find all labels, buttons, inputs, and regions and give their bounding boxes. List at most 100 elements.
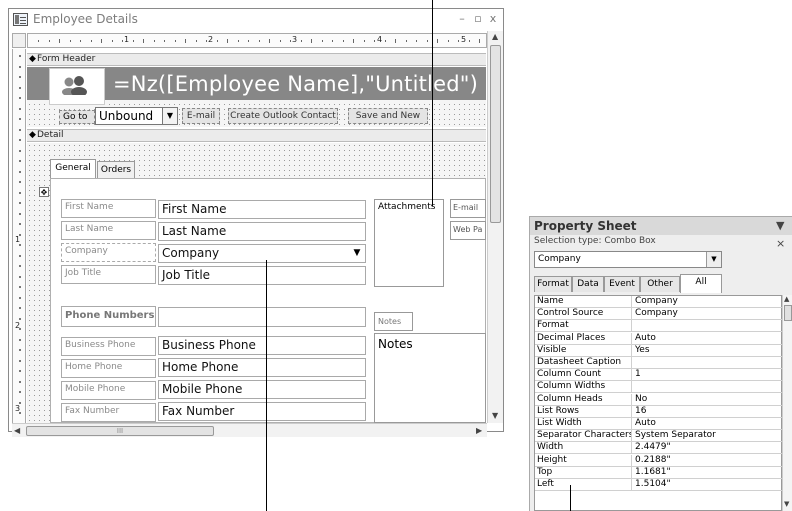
webpage-label[interactable]: Web Pa (450, 221, 486, 240)
home-phone-textbox[interactable]: Home Phone (158, 358, 366, 377)
employee-logo[interactable] (49, 68, 105, 105)
property-value[interactable]: Company (635, 308, 678, 319)
first-name-label[interactable]: First Name (61, 199, 156, 218)
minimize-button[interactable]: – (455, 11, 469, 27)
vertical-ruler[interactable]: 1 2 3 (12, 49, 26, 425)
mobile-phone-textbox[interactable]: Mobile Phone (158, 380, 366, 399)
goto-dropdown-icon[interactable]: ▼ (162, 107, 178, 125)
property-value[interactable]: 1.1681" (635, 467, 671, 478)
company-dropdown-icon[interactable]: ▼ (349, 245, 365, 262)
last-name-label[interactable]: Last Name (61, 221, 156, 240)
fax-number-label[interactable]: Fax Number (61, 403, 156, 422)
create-outlook-contact-button[interactable]: Create Outlook Contact (228, 108, 338, 124)
property-value[interactable]: 2.4479" (635, 442, 671, 453)
vertical-scrollbar[interactable]: ▲ ▼ (487, 31, 503, 423)
home-phone-label[interactable]: Home Phone (61, 359, 156, 378)
restore-button[interactable]: ▫ (471, 11, 485, 27)
company-label[interactable]: Company (61, 243, 156, 262)
business-phone-textbox[interactable]: Business Phone (158, 336, 366, 355)
goto-label[interactable]: Go to (59, 110, 95, 124)
phone-numbers-heading[interactable]: Phone Numbers (61, 306, 156, 327)
property-row[interactable]: Column Widths (535, 381, 783, 394)
property-row[interactable]: Visible Yes (535, 344, 783, 357)
property-value[interactable]: No (635, 394, 647, 405)
property-row[interactable]: Top 1.1681" (535, 466, 783, 479)
ruler-tick (111, 40, 113, 42)
property-row[interactable]: Name Company (535, 296, 783, 308)
scroll-up-icon[interactable]: ▲ (492, 32, 498, 41)
tab-all[interactable]: All (680, 274, 722, 293)
ruler-tick (342, 40, 344, 42)
property-row[interactable]: Decimal Places Auto (535, 332, 783, 345)
company-combo[interactable]: Company (158, 244, 366, 263)
close-button[interactable]: x (486, 11, 500, 27)
ruler-tick (363, 40, 365, 42)
phone-heading-line[interactable] (158, 307, 366, 327)
fax-number-textbox[interactable]: Fax Number (158, 402, 366, 421)
scroll-up-icon[interactable]: ▲ (784, 295, 789, 303)
property-row[interactable]: Column Count 1 (535, 369, 783, 382)
property-value[interactable]: Yes (635, 345, 650, 356)
property-row[interactable]: Format (535, 320, 783, 333)
email-label[interactable]: E-mail (450, 199, 486, 218)
property-row[interactable]: Height 0.2188" (535, 454, 783, 467)
property-value[interactable]: System Separator (635, 430, 716, 441)
selection-type: Selection type: Combo Box (534, 236, 656, 246)
property-row[interactable]: Column Heads No (535, 393, 783, 406)
tab-other[interactable]: Other (640, 276, 680, 292)
layout-move-handle-icon[interactable]: ✥ (39, 187, 49, 197)
tab-event[interactable]: Event (604, 276, 640, 292)
property-value[interactable]: 1 (635, 369, 641, 380)
horizontal-scroll-thumb[interactable]: III (26, 426, 214, 436)
scroll-down-icon[interactable]: ▼ (784, 500, 789, 508)
property-value[interactable]: 0.2188" (635, 455, 671, 466)
notes-label[interactable]: Notes (374, 312, 413, 331)
mobile-phone-label[interactable]: Mobile Phone (61, 381, 156, 400)
property-row[interactable]: List Rows 16 (535, 405, 783, 418)
property-value[interactable]: 16 (635, 406, 646, 417)
tab-format[interactable]: Format (534, 276, 572, 292)
property-row[interactable]: Datasheet Caption (535, 357, 783, 369)
property-value[interactable]: 1.5104" (635, 479, 671, 490)
first-name-textbox[interactable]: First Name (158, 200, 366, 219)
email-button[interactable]: E-mail (182, 108, 220, 124)
property-scroll-thumb[interactable] (784, 305, 792, 321)
goto-combo[interactable]: Unbound (95, 107, 163, 125)
property-row[interactable]: Separator Characters System Separator (535, 430, 783, 443)
tab-general[interactable]: General (50, 159, 96, 178)
pane-menu-icon[interactable]: ▼ × (776, 217, 792, 253)
title-bar[interactable]: Employee Details – ▫ x (9, 9, 503, 31)
form-selector[interactable] (12, 33, 26, 48)
job-title-label[interactable]: Job Title (61, 265, 156, 284)
property-value[interactable]: Auto (635, 418, 656, 429)
scroll-down-icon[interactable]: ▼ (492, 411, 498, 420)
ruler-tick (300, 40, 302, 42)
business-phone-label[interactable]: Business Phone (61, 337, 156, 356)
save-and-new-button[interactable]: Save and New (348, 108, 428, 124)
object-selector[interactable]: Company (534, 251, 722, 268)
property-sheet-title[interactable]: Property Sheet (530, 217, 792, 235)
attachments-control[interactable]: Attachments (374, 199, 444, 287)
scroll-right-icon[interactable]: ▶ (476, 426, 482, 435)
form-header-bar[interactable]: ◆ Form Header (27, 53, 486, 66)
job-title-textbox[interactable]: Job Title (158, 266, 366, 285)
property-value[interactable]: Auto (635, 333, 656, 344)
property-row[interactable]: Control Source Company (535, 308, 783, 321)
property-row[interactable]: List Width Auto (535, 418, 783, 430)
ruler-tick (206, 40, 207, 42)
property-row[interactable]: Left 1.5104" (535, 479, 783, 491)
tab-orders[interactable]: Orders (97, 161, 135, 179)
notes-textbox[interactable]: Notes (374, 333, 486, 423)
scroll-left-icon[interactable]: ◀ (14, 426, 20, 435)
detail-bar[interactable]: ◆ Detail (27, 129, 486, 142)
object-selector-dropdown-icon[interactable]: ▼ (706, 252, 721, 267)
horizontal-ruler[interactable]: 1 2 3 4 5 (27, 33, 487, 48)
horizontal-scrollbar[interactable]: ◀ III ▶ (12, 423, 487, 437)
vertical-scroll-thumb[interactable] (490, 45, 501, 223)
last-name-textbox[interactable]: Last Name (158, 222, 366, 241)
property-row[interactable]: Width 2.4479" (535, 442, 783, 455)
header-title-textbox[interactable]: =Nz([Employee Name],"Untitled") (113, 72, 478, 96)
property-grid-scrollbar[interactable]: ▲ ▼ (782, 295, 792, 511)
tab-data[interactable]: Data (572, 276, 604, 292)
property-value[interactable]: Company (635, 296, 678, 307)
